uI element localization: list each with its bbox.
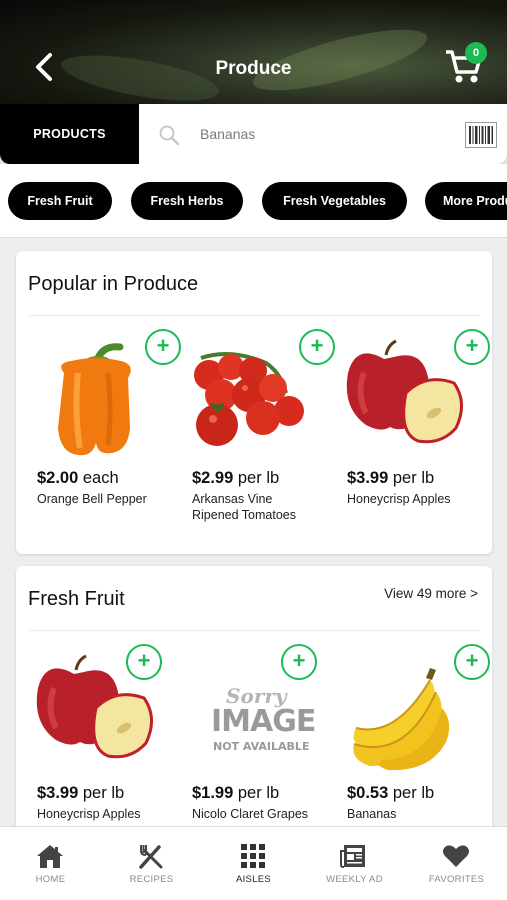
search-bar: PRODUCTS xyxy=(0,104,507,164)
product-card[interactable]: Sorry IMAGE NOT AVAILABLE + $1.99 per lb… xyxy=(171,636,321,836)
add-to-cart-button[interactable]: + xyxy=(281,644,317,680)
section-title: Popular in Produce xyxy=(28,273,199,295)
tab-weekly-ad[interactable]: WEEKLY AD xyxy=(304,827,405,900)
product-name: Honeycrisp Apples xyxy=(347,492,451,506)
product-price: $1.99 xyxy=(192,784,234,802)
barcode-scan-icon[interactable] xyxy=(465,122,497,148)
search-input[interactable] xyxy=(200,121,450,147)
section-card-popular: Popular in Produce + $2.00 each Orange B… xyxy=(16,251,492,554)
chip-fresh-herbs[interactable]: Fresh Herbs xyxy=(131,182,243,220)
chip-fresh-fruit[interactable]: Fresh Fruit xyxy=(8,182,112,220)
product-name: Honeycrisp Apples xyxy=(37,807,141,821)
tab-favorites[interactable]: FAVORITES xyxy=(406,827,507,900)
page-title: Produce xyxy=(215,58,292,79)
add-to-cart-button[interactable]: + xyxy=(126,644,162,680)
product-price-unit: per lb xyxy=(388,784,435,802)
header-banner: Produce 0 xyxy=(0,0,507,110)
product-name: Nicolo Claret Grapes xyxy=(192,807,309,821)
product-card[interactable]: + $3.99 per lb Honeycrisp Apples xyxy=(326,321,490,541)
section-title: Fresh Fruit xyxy=(28,588,125,610)
chip-fresh-vegetables[interactable]: Fresh Vegetables xyxy=(262,182,407,220)
product-image-bananas xyxy=(353,668,450,771)
product-name: Arkansas Vine Ripened Tomatoes xyxy=(192,492,297,522)
product-card[interactable]: + $2.00 each Orange Bell Pepper xyxy=(16,321,181,541)
product-price-unit: per lb xyxy=(233,469,280,487)
tab-aisles[interactable]: AISLES xyxy=(203,827,304,900)
product-price: $0.53 xyxy=(347,784,389,802)
product-image-vine-tomatoes xyxy=(194,352,304,446)
add-to-cart-button[interactable]: + xyxy=(454,644,490,680)
chip-more-produce[interactable]: More Produce xyxy=(425,182,507,220)
home-icon xyxy=(37,845,63,868)
heart-icon xyxy=(443,845,469,867)
product-image-honeycrisp-apple xyxy=(346,339,463,444)
category-chips: Fresh Fruit Fresh Herbs Fresh Vegetables… xyxy=(0,164,507,238)
tab-recipes[interactable]: RECIPES xyxy=(101,827,202,900)
bottom-tab-bar: HOME RECIPES AISLES WEEKLY AD FAVORITES xyxy=(0,826,507,900)
product-price-unit: per lb xyxy=(388,469,435,487)
product-image-orange-bell-pepper xyxy=(58,343,131,456)
grid-icon xyxy=(241,844,265,868)
product-price-unit: each xyxy=(78,469,119,487)
product-price-unit: per lb xyxy=(233,784,280,802)
product-price-unit: per lb xyxy=(78,784,125,802)
product-card[interactable]: + $3.99 per lb Honeycrisp Apples xyxy=(16,636,166,836)
product-price: $3.99 xyxy=(347,469,389,487)
product-name: Orange Bell Pepper xyxy=(37,492,147,506)
product-card[interactable]: + $2.99 per lb Arkansas Vine Ripened Tom… xyxy=(171,321,335,541)
add-to-cart-button[interactable]: + xyxy=(454,329,490,365)
product-card[interactable]: + $0.53 per lb Bananas xyxy=(326,636,490,836)
cart-count-badge: 0 xyxy=(465,42,487,64)
product-price: $2.99 xyxy=(192,469,234,487)
tab-home[interactable]: HOME xyxy=(0,827,101,900)
product-price: $2.00 xyxy=(37,469,79,487)
product-name: Bananas xyxy=(347,807,397,821)
view-more-link[interactable]: View 49 more > xyxy=(384,586,478,601)
product-price: $3.99 xyxy=(37,784,79,802)
utensils-icon xyxy=(139,845,163,869)
section-card-fresh-fruit: Fresh Fruit View 49 more > + $3.99 per l… xyxy=(16,566,492,836)
search-icon xyxy=(159,125,180,146)
newspaper-icon xyxy=(340,845,365,868)
products-tab[interactable]: PRODUCTS xyxy=(0,104,139,164)
